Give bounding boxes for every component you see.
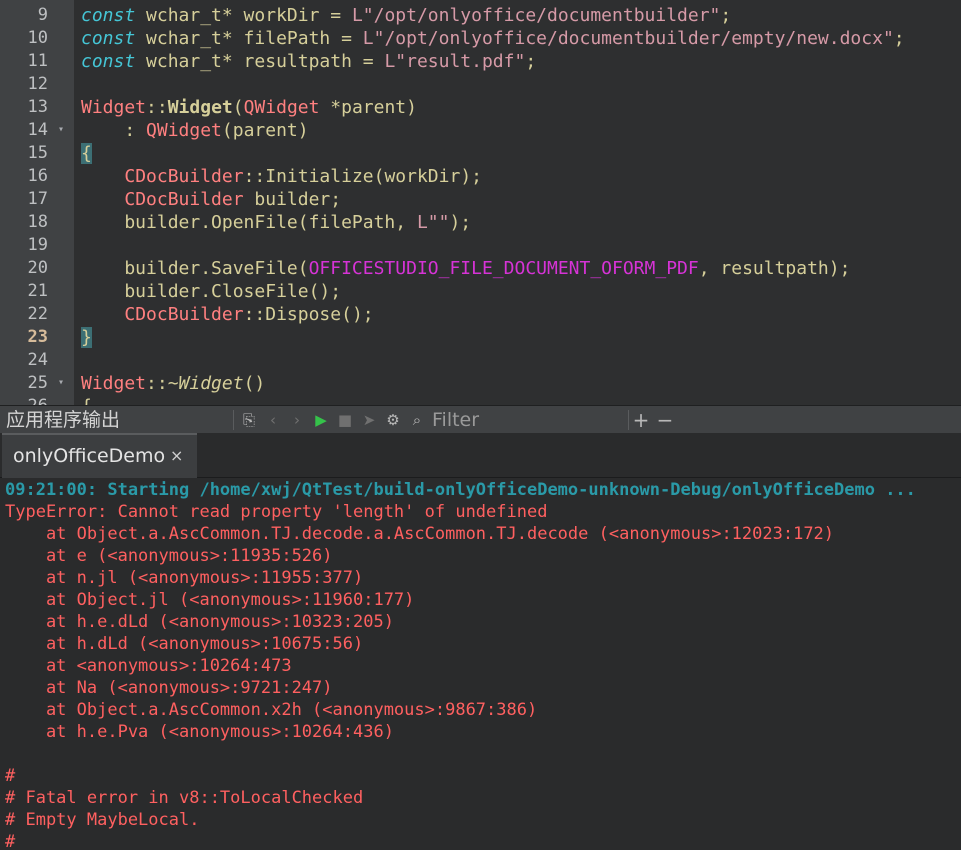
run-icon[interactable]: ▶ (312, 410, 330, 430)
output-error-line: at <anonymous>:10264:473 (5, 656, 292, 676)
code-text: const wchar_t* workDir = L"/opt/onlyoffi… (81, 5, 732, 26)
toolbar-separator (628, 410, 629, 430)
line-number: 16 (27, 166, 48, 186)
code-text: Widget::~Widget() (81, 373, 266, 394)
output-tab-bar: onlyOfficeDemo × (0, 433, 961, 479)
code-text: builder.OpenFile(filePath, L""); (81, 212, 472, 233)
output-panel-toolbar: 应用程序输出 ⎘ ‹ › ▶ ■ ➤ ⚙ ⌕ Filter + − (0, 405, 961, 434)
close-icon[interactable]: × (170, 444, 183, 468)
code-line: 19 (0, 234, 961, 257)
code-text: { (81, 143, 92, 164)
output-error-line: at e (<anonymous>:11935:526) (5, 546, 333, 566)
line-number: 25 (27, 373, 48, 393)
code-text: CDocBuilder::Dispose(); (124, 304, 374, 325)
code-text: { (81, 395, 92, 405)
code-line: 10 const wchar_t* filePath = L"/opt/onlyo… (0, 27, 961, 50)
code-line: 13 Widget::Widget(QWidget *parent) (0, 96, 961, 119)
output-error-line: at Object.a.AscCommon.x2h (<anonymous>:9… (5, 700, 538, 720)
zoom-out-icon[interactable]: − (656, 410, 674, 430)
code-line: 26 { (0, 395, 961, 405)
filter-input[interactable]: Filter (432, 408, 479, 432)
code-line: 23} (0, 326, 961, 349)
line-number: 14 (27, 120, 48, 140)
code-line: 11 const wchar_t* resultpath = L"result.p… (0, 50, 961, 73)
output-error-line: at n.jl (<anonymous>:11955:377) (5, 568, 364, 588)
line-number: 18 (27, 212, 48, 232)
code-text: } (81, 327, 92, 348)
line-number: 15 (27, 143, 48, 163)
code-text: Widget::Widget(QWidget *parent) (81, 97, 417, 118)
code-text: CDocBuilder::Initialize(workDir); (124, 166, 482, 187)
code-line: 18 builder.OpenFile(filePath, L""); (0, 211, 961, 234)
output-error-line: at Object.jl (<anonymous>:11960:177) (5, 590, 415, 610)
code-line: 12 (0, 73, 961, 96)
attach-icon[interactable]: ⎘ (240, 410, 258, 430)
fold-marker-icon[interactable]: ▾ (58, 125, 64, 135)
stop-icon[interactable]: ■ (336, 410, 354, 430)
line-number: 11 (27, 51, 48, 71)
line-number: 9 (37, 5, 48, 25)
output-error-line: # (5, 832, 16, 850)
code-line: 21 builder.CloseFile(); (0, 280, 961, 303)
code-editor[interactable]: 9 const wchar_t* workDir = L"/opt/onlyoff… (0, 0, 961, 405)
line-number: 22 (27, 304, 48, 324)
output-error-line: # (5, 766, 16, 786)
output-error-line: # Fatal error in v8::ToLocalChecked (5, 788, 364, 808)
code-text: builder.CloseFile(); (81, 281, 342, 302)
code-line: 9 const wchar_t* workDir = L"/opt/onlyoff… (0, 4, 961, 27)
tab-onlyofficedemo[interactable]: onlyOfficeDemo × (2, 433, 197, 479)
debug-icon[interactable]: ➤ (360, 410, 378, 430)
code-line: 22 CDocBuilder::Dispose(); (0, 303, 961, 326)
code-text: builder.SaveFile(OFFICESTUDIO_FILE_DOCUM… (81, 258, 851, 279)
line-number: 17 (27, 189, 48, 209)
line-number: 21 (27, 281, 48, 301)
code-text: const wchar_t* filePath = L"/opt/onlyoff… (81, 28, 905, 49)
toolbar-separator (233, 410, 234, 430)
gear-icon[interactable]: ⚙ (384, 410, 402, 430)
tab-label: onlyOfficeDemo (13, 445, 166, 467)
code-text: const wchar_t* resultpath = L"result.pdf… (81, 51, 537, 72)
output-error-line: at h.dLd (<anonymous>:10675:56) (5, 634, 364, 654)
line-number: 26 (0, 395, 48, 405)
line-number: 19 (27, 235, 48, 255)
prev-arrow-icon[interactable]: ‹ (264, 410, 282, 430)
line-number: 13 (27, 97, 48, 117)
code-line: 16 CDocBuilder::Initialize(workDir); (0, 165, 961, 188)
output-error-line: at h.e.Pva (<anonymous>:10264:436) (5, 722, 394, 742)
code-line: 14 ▾ : QWidget(parent) (0, 119, 961, 142)
code-text: : QWidget(parent) (81, 120, 309, 141)
output-error-line: at Object.a.AscCommon.TJ.decode.a.AscCom… (5, 524, 835, 544)
code-line: 15 { (0, 142, 961, 165)
next-arrow-icon[interactable]: › (288, 410, 306, 430)
fold-marker-icon[interactable]: ▾ (58, 378, 64, 388)
line-number: 10 (27, 28, 48, 48)
application-output[interactable]: 09:21:00: Starting /home/xwj/QtTest/buil… (0, 478, 961, 850)
output-error-line: at h.e.dLd (<anonymous>:10323:205) (5, 612, 394, 632)
search-icon: ⌕ (412, 411, 422, 429)
zoom-in-icon[interactable]: + (632, 410, 650, 430)
code-line: 20 builder.SaveFile(OFFICESTUDIO_FILE_DO… (0, 257, 961, 280)
line-number: 20 (27, 258, 48, 278)
output-error-line: at Na (<anonymous>:9721:247) (5, 678, 333, 698)
code-line: 24 (0, 349, 961, 372)
code-text: CDocBuilder builder; (124, 189, 342, 210)
output-start-line: 09:21:00: Starting /home/xwj/QtTest/buil… (5, 480, 916, 500)
output-error-line: # Empty MaybeLocal. (5, 810, 200, 830)
panel-title: 应用程序输出 (6, 409, 121, 431)
output-error-line: TypeError: Cannot read property 'length'… (5, 502, 548, 522)
code-line: 25 ▾ Widget::~Widget() (0, 372, 961, 395)
line-number: 12 (27, 74, 48, 94)
line-number: 23 (27, 327, 48, 347)
code-line: 17 CDocBuilder builder; (0, 188, 961, 211)
line-number: 24 (27, 350, 48, 370)
